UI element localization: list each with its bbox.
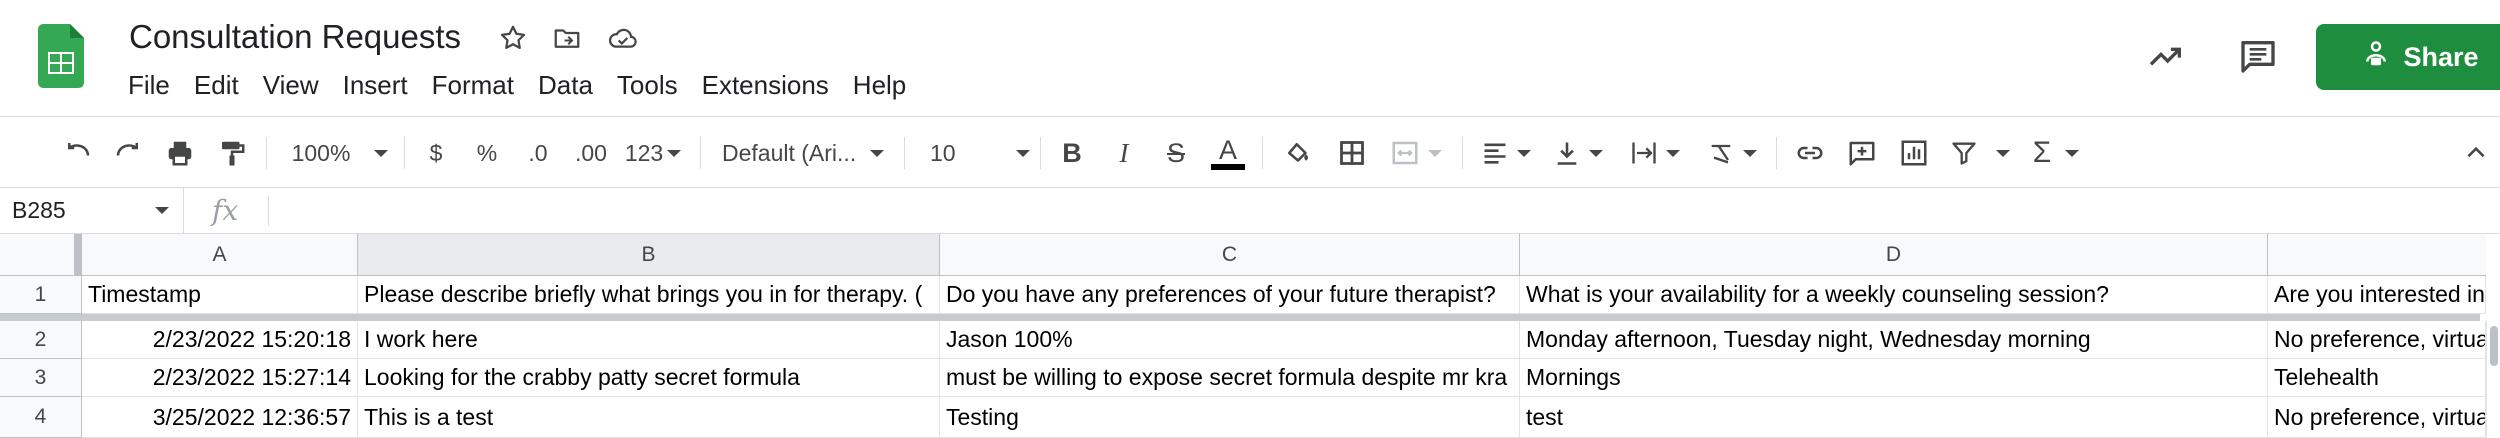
- cell-c2[interactable]: Jason 100%: [940, 321, 1520, 359]
- cell-reference: B285: [12, 197, 66, 223]
- scrollbar-thumb[interactable]: [2490, 326, 2498, 366]
- menu-help[interactable]: Help: [841, 68, 918, 104]
- menu-file[interactable]: File: [116, 68, 182, 104]
- menu-format[interactable]: Format: [420, 68, 526, 104]
- title-bar: Consultation Requests File Edit View Ins…: [0, 0, 2500, 116]
- paint-format-icon[interactable]: [212, 133, 252, 173]
- function-fx-icon: fx: [212, 194, 239, 227]
- zoom-select[interactable]: 100%: [290, 133, 390, 173]
- text-color-icon[interactable]: A: [1208, 133, 1248, 173]
- italic-icon[interactable]: I: [1106, 133, 1142, 173]
- percent-format-button[interactable]: %: [470, 133, 504, 173]
- strikethrough-icon[interactable]: S: [1158, 133, 1194, 173]
- cell-c3[interactable]: must be willing to expose secret formula…: [940, 359, 1520, 397]
- align-vertical-icon[interactable]: [1548, 133, 1608, 173]
- cell-b2[interactable]: I work here: [358, 321, 940, 359]
- toolbar: 100% $ % .0 .00 123 Default (Ari... 10 B…: [0, 116, 2500, 188]
- cell-b1[interactable]: Please describe briefly what brings you …: [358, 276, 940, 314]
- chart-icon[interactable]: [1894, 133, 1934, 173]
- spreadsheet-grid: A B C D 1 2 3 4 Timestamp Please describ…: [0, 234, 2500, 438]
- column-header-a[interactable]: A: [82, 234, 358, 276]
- row-header-3[interactable]: 3: [0, 359, 82, 397]
- cell-a1[interactable]: Timestamp: [82, 276, 358, 314]
- cell-c1[interactable]: Do you have any preferences of your futu…: [940, 276, 1520, 314]
- font-size-value: 10: [930, 139, 956, 166]
- menu-view[interactable]: View: [251, 68, 331, 104]
- text-wrap-icon[interactable]: [1620, 133, 1690, 173]
- comments-icon[interactable]: [2236, 34, 2280, 78]
- column-header-c[interactable]: C: [940, 234, 1520, 276]
- align-horizontal-icon[interactable]: [1476, 133, 1536, 173]
- link-icon[interactable]: [1790, 133, 1830, 173]
- cell-b4[interactable]: This is a test: [358, 397, 940, 438]
- borders-icon[interactable]: [1332, 133, 1372, 173]
- cell-e4[interactable]: No preference, virtua: [2268, 397, 2486, 438]
- filter-icon[interactable]: [1948, 133, 2012, 173]
- increase-decimal-button[interactable]: .00: [566, 133, 616, 173]
- cell-d4[interactable]: test: [1520, 397, 2268, 438]
- star-icon[interactable]: [495, 20, 531, 56]
- column-header-d[interactable]: D: [1520, 234, 2268, 276]
- select-all-corner[interactable]: [0, 234, 82, 276]
- cell-a2[interactable]: 2/23/2022 15:20:18: [82, 321, 358, 359]
- text-rotate-icon[interactable]: [1700, 133, 1764, 173]
- print-icon[interactable]: [160, 133, 200, 173]
- share-label: Share: [2403, 41, 2479, 72]
- functions-icon[interactable]: Σ: [2024, 133, 2088, 173]
- bold-icon[interactable]: B: [1054, 133, 1090, 173]
- share-button[interactable]: Share: [2316, 24, 2500, 90]
- row-freeze-handle[interactable]: [0, 314, 2480, 321]
- vertical-scrollbar[interactable]: [2486, 320, 2500, 438]
- decrease-decimal-label: .0: [528, 139, 548, 166]
- more-formats-select[interactable]: 123: [618, 133, 688, 173]
- fill-color-icon[interactable]: [1278, 133, 1318, 173]
- cell-a4[interactable]: 3/25/2022 12:36:57: [82, 397, 358, 438]
- cell-a3[interactable]: 2/23/2022 15:27:14: [82, 359, 358, 397]
- cell-e3[interactable]: Telehealth: [2268, 359, 2486, 397]
- collapse-icon[interactable]: [2458, 133, 2494, 173]
- column-freeze-handle[interactable]: [74, 234, 82, 276]
- more-formats-label: 123: [624, 139, 664, 166]
- menu-bar: File Edit View Insert Format Data Tools …: [116, 68, 918, 104]
- zoom-value: 100%: [291, 139, 351, 166]
- font-size-select[interactable]: 10: [930, 133, 1030, 173]
- activity-trend-icon[interactable]: [2144, 34, 2188, 78]
- move-folder-icon[interactable]: [549, 20, 585, 56]
- formula-input[interactable]: [280, 188, 2480, 234]
- increase-decimal-label: .00: [575, 139, 607, 166]
- cell-e1[interactable]: Are you interested in: [2268, 276, 2486, 314]
- column-header-e[interactable]: [2268, 234, 2486, 276]
- row-header-1[interactable]: 1: [0, 276, 82, 314]
- name-box[interactable]: B285: [0, 188, 184, 234]
- font-family-value: Default (Ari...: [722, 139, 857, 166]
- chevron-down-icon: [155, 207, 169, 214]
- merge-cells-icon[interactable]: [1386, 133, 1446, 173]
- menu-tools[interactable]: Tools: [605, 68, 690, 104]
- cell-c4[interactable]: Testing: [940, 397, 1520, 438]
- menu-extensions[interactable]: Extensions: [690, 68, 841, 104]
- font-family-select[interactable]: Default (Ari...: [722, 133, 892, 173]
- cell-d3[interactable]: Mornings: [1520, 359, 2268, 397]
- menu-data[interactable]: Data: [526, 68, 605, 104]
- row-header-4[interactable]: 4: [0, 397, 82, 438]
- cloud-saved-icon[interactable]: [605, 20, 641, 56]
- cell-d1[interactable]: What is your availability for a weekly c…: [1520, 276, 2268, 314]
- column-header-b[interactable]: B: [358, 234, 940, 276]
- cell-e2[interactable]: No preference, virtua: [2268, 321, 2486, 359]
- currency-format-button[interactable]: $: [420, 133, 452, 173]
- formula-bar: B285 fx: [0, 188, 2500, 234]
- people-lock-icon: [2361, 39, 2391, 76]
- undo-icon[interactable]: [58, 133, 98, 173]
- menu-insert[interactable]: Insert: [331, 68, 420, 104]
- cell-d2[interactable]: Monday afternoon, Tuesday night, Wednesd…: [1520, 321, 2268, 359]
- menu-edit[interactable]: Edit: [182, 68, 251, 104]
- sheets-logo-icon[interactable]: [38, 24, 84, 88]
- row-header-2[interactable]: 2: [0, 321, 82, 359]
- decrease-decimal-button[interactable]: .0: [518, 133, 558, 173]
- comment-icon[interactable]: [1842, 133, 1882, 173]
- redo-icon[interactable]: [108, 133, 148, 173]
- cell-b3[interactable]: Looking for the crabby patty secret form…: [358, 359, 940, 397]
- document-title[interactable]: Consultation Requests: [129, 18, 461, 56]
